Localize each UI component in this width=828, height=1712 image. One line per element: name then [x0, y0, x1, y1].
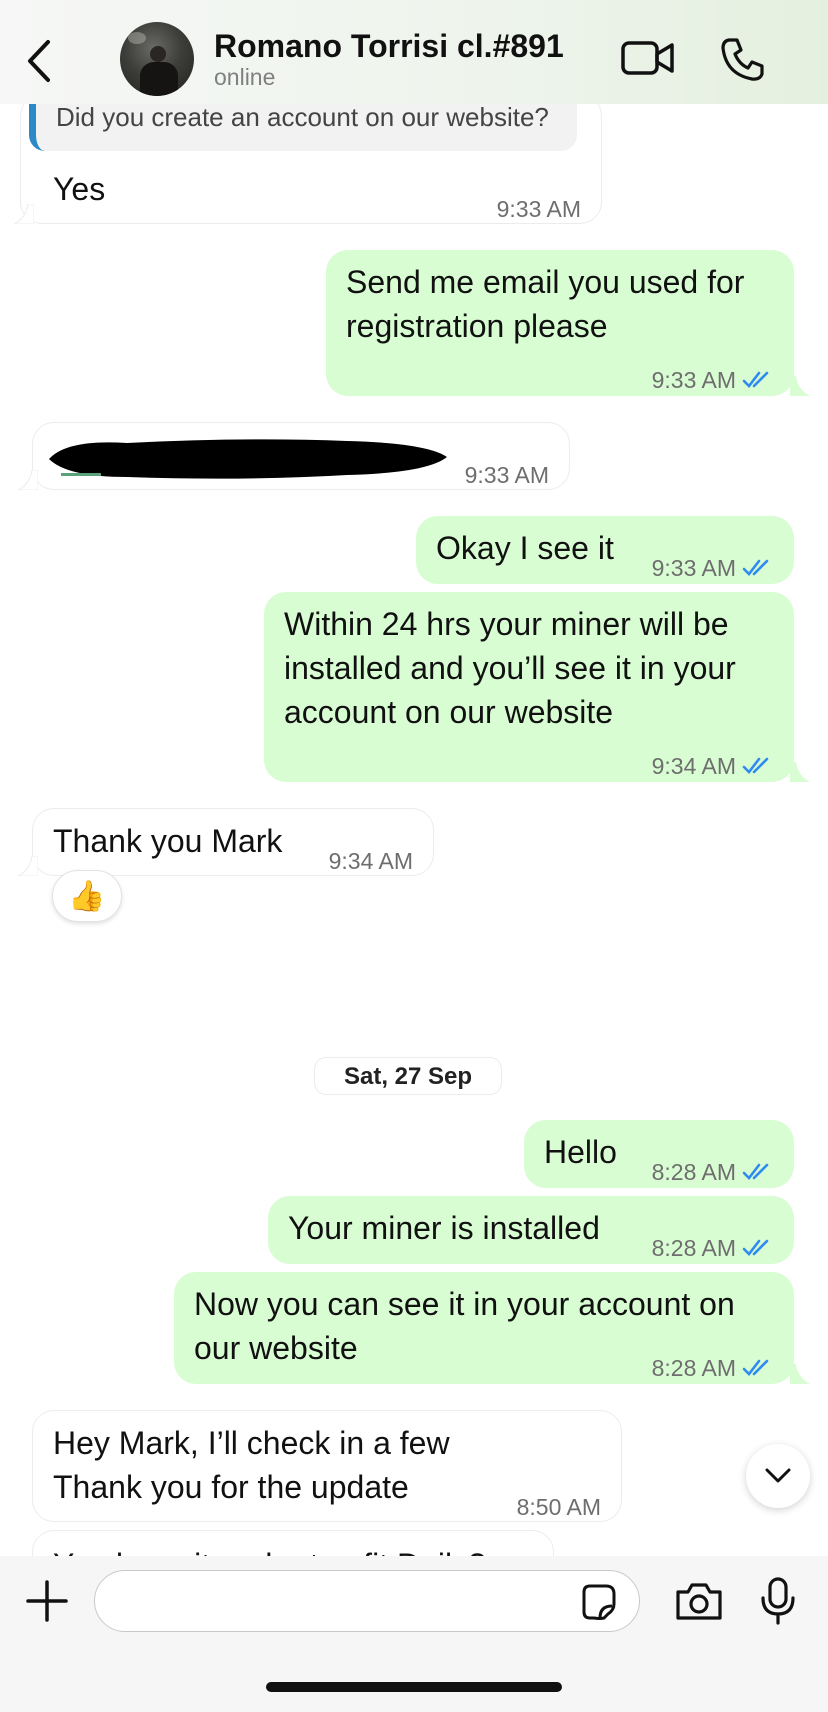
time-label: 9:33 AM: [464, 462, 549, 488]
bubble-tail: [18, 856, 38, 876]
phone-call-icon[interactable]: [720, 36, 766, 82]
message-text: Okay I see it: [436, 530, 614, 566]
read-receipt-icon: [742, 757, 769, 774]
message-time: 8:28 AM: [652, 1226, 774, 1270]
incoming-message[interactable]: Hey Mark, I’ll check in a few Thank you …: [32, 1410, 622, 1522]
chat-header: Romano Torrisi cl.#891 online: [0, 0, 828, 104]
message-time: 9:33 AM: [497, 187, 581, 231]
bubble-tail: [790, 762, 810, 782]
message-line: registration please: [346, 308, 608, 344]
chevron-down-icon: [765, 1468, 791, 1483]
time-label: 8:28 AM: [651, 1159, 736, 1185]
outgoing-message[interactable]: Send me email you used for registration …: [326, 250, 794, 396]
sticker-icon[interactable]: [578, 1582, 618, 1622]
avatar-head: [150, 46, 166, 62]
time-label: 9:34 AM: [328, 848, 413, 874]
read-receipt-icon: [742, 1163, 769, 1180]
message-line: account on our website: [284, 694, 614, 730]
scroll-to-bottom-button[interactable]: [746, 1444, 810, 1508]
message-line: Hey Mark, I’ll check in a few: [53, 1425, 450, 1461]
read-receipt-icon: [742, 1359, 769, 1376]
incoming-message[interactable]: Thank you Mark 9:34 AM: [32, 808, 434, 876]
time-label: 8:50 AM: [516, 1494, 601, 1520]
outgoing-message[interactable]: Hello 8:28 AM: [524, 1120, 794, 1188]
time-label: 9:33 AM: [651, 555, 736, 581]
message-line: Thank you for the update: [53, 1469, 409, 1505]
date-separator: Sat, 27 Sep: [314, 1057, 502, 1095]
incoming-message[interactable]: Did you create an account on our website…: [20, 85, 602, 224]
reaction-emoji: 👍: [68, 879, 106, 913]
message-time: 9:34 AM: [652, 744, 774, 788]
bubble-tail: [790, 1364, 810, 1384]
message-time: 9:33 AM: [465, 453, 549, 497]
read-receipt-icon: [742, 1239, 769, 1256]
message-time: 8:28 AM: [652, 1346, 774, 1390]
time-label: 9:33 AM: [651, 367, 736, 393]
avatar-body: [140, 62, 178, 96]
back-icon[interactable]: [22, 38, 58, 84]
message-time: 9:33 AM: [652, 358, 774, 402]
message-input[interactable]: [94, 1570, 640, 1632]
microphone-icon[interactable]: [758, 1576, 798, 1626]
message-line: Send me email you used for: [346, 264, 745, 300]
redacted-content: [49, 439, 447, 479]
incoming-message[interactable]: 9:33 AM: [32, 422, 570, 490]
time-label: 8:28 AM: [651, 1355, 736, 1381]
message-line: our website: [194, 1330, 358, 1366]
chat-area[interactable]: Did you create an account on our website…: [0, 0, 828, 1556]
incoming-message[interactable]: You have it under top fit Daily?: [32, 1530, 554, 1556]
bubble-tail: [18, 470, 38, 490]
outgoing-message[interactable]: Now you can see it in your account on ou…: [174, 1272, 794, 1384]
time-label: 9:34 AM: [651, 753, 736, 779]
message-composer: [0, 1556, 828, 1712]
time-label: 9:33 AM: [496, 196, 581, 222]
contact-name[interactable]: Romano Torrisi cl.#891: [214, 28, 564, 65]
message-time: 9:34 AM: [329, 839, 413, 883]
message-text: Hello: [544, 1134, 617, 1170]
home-indicator: [266, 1682, 562, 1692]
time-label: 8:28 AM: [651, 1235, 736, 1261]
read-receipt-icon: [742, 559, 769, 576]
read-receipt-icon: [742, 371, 769, 388]
contact-status: online: [214, 64, 276, 90]
plus-icon[interactable]: [26, 1580, 68, 1622]
message-text: You have it under top fit Daily?: [53, 1543, 486, 1556]
outgoing-message[interactable]: Okay I see it 9:33 AM: [416, 516, 794, 584]
outgoing-message[interactable]: Your miner is installed 8:28 AM: [268, 1196, 794, 1264]
message-line: Now you can see it in your account on: [194, 1286, 735, 1322]
outgoing-message[interactable]: Within 24 hrs your miner will be install…: [264, 592, 794, 782]
message-text: Your miner is installed: [288, 1210, 600, 1246]
message-text: Yes: [53, 171, 106, 207]
thumbs-up-reaction[interactable]: 👍: [52, 870, 122, 922]
message-time: 8:50 AM: [517, 1485, 601, 1529]
message-time: 9:33 AM: [652, 546, 774, 590]
video-call-icon[interactable]: [620, 38, 676, 78]
message-line: Within 24 hrs your miner will be: [284, 606, 729, 642]
message-time: 8:28 AM: [652, 1150, 774, 1194]
avatar[interactable]: [120, 22, 194, 96]
bubble-tail: [14, 204, 34, 224]
message-line: installed and you’ll see it in your: [284, 650, 736, 686]
bubble-tail: [790, 376, 810, 396]
camera-icon[interactable]: [674, 1580, 724, 1622]
message-text: Thank you Mark: [53, 823, 283, 859]
avatar-highlight: [128, 32, 146, 44]
